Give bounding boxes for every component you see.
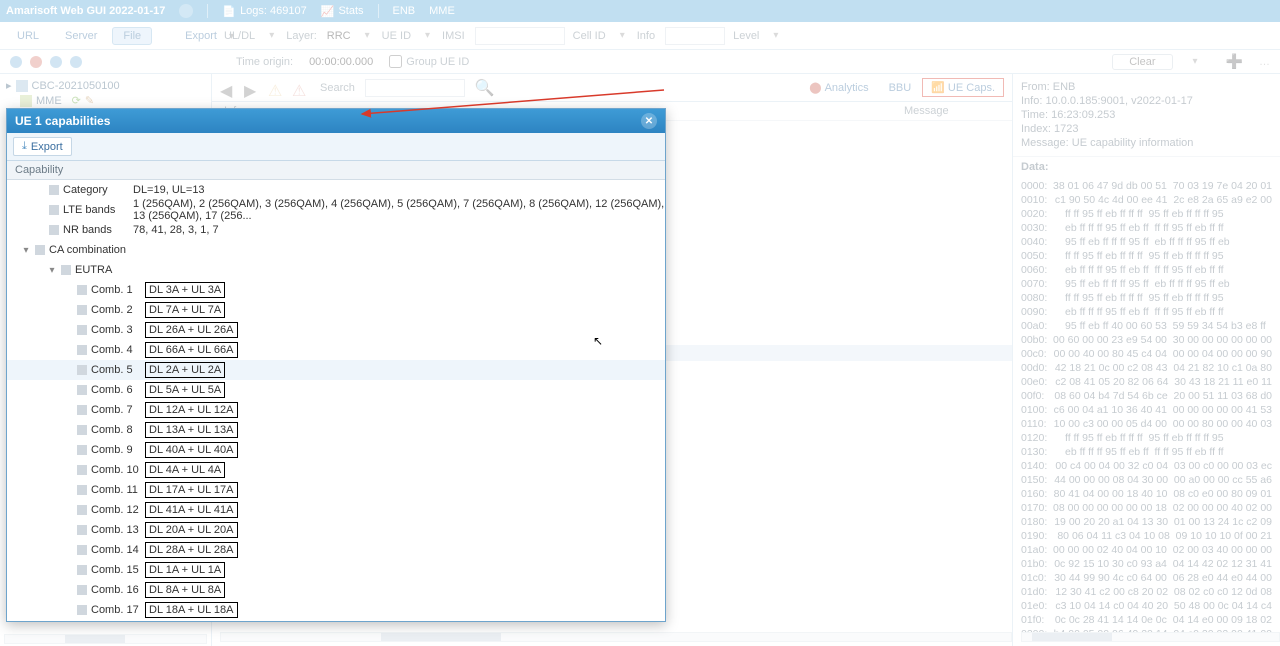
server-button[interactable]: Server bbox=[54, 27, 108, 45]
capability-tree[interactable]: CategoryDL=19, UL=13LTE bands1 (256QAM),… bbox=[7, 180, 665, 621]
combo-row[interactable]: Comb. 3DL 26A + UL 26A bbox=[7, 320, 665, 340]
combo-row[interactable]: Comb. 7DL 12A + UL 12A bbox=[7, 400, 665, 420]
data-label: Data: bbox=[1013, 157, 1280, 177]
layer-value: RRC bbox=[327, 30, 351, 42]
level-dropdown[interactable]: ▾ bbox=[769, 30, 782, 41]
combo-row[interactable]: Comb. 5DL 2A + UL 2A bbox=[7, 360, 665, 380]
combo-row[interactable]: Comb. 12DL 41A + UL 41A bbox=[7, 500, 665, 520]
combo-row[interactable]: Comb. 17DL 18A + UL 18A bbox=[7, 600, 665, 620]
combo-row[interactable]: Comb. 15DL 1A + UL 1A bbox=[7, 560, 665, 580]
reload-icon[interactable] bbox=[179, 4, 193, 18]
combo-row[interactable]: Comb. 6DL 5A + UL 5A bbox=[7, 380, 665, 400]
url-button[interactable]: URL bbox=[6, 27, 50, 45]
warning-icon[interactable]: ⚠ bbox=[268, 81, 282, 95]
info-label: Info bbox=[637, 30, 655, 42]
combo-row[interactable]: Comb. 8DL 13A + UL 13A bbox=[7, 420, 665, 440]
ueid-label: UE ID bbox=[382, 30, 411, 42]
tree-mme[interactable]: MME⟳✎ bbox=[6, 93, 205, 108]
file-button[interactable]: File bbox=[112, 27, 152, 45]
capability-row[interactable]: NR bands78, 41, 28, 3, 1, 7 bbox=[7, 220, 665, 240]
combo-row[interactable]: Comb. 11DL 17A + UL 17A bbox=[7, 480, 665, 500]
search-icon[interactable]: 🔍 bbox=[475, 78, 495, 98]
tool-icon[interactable] bbox=[10, 56, 22, 68]
combo-row[interactable]: Comb. 2DL 7A + UL 7A bbox=[7, 300, 665, 320]
group-ueid-check[interactable]: Group UE ID bbox=[389, 55, 469, 68]
time-origin-value: 00:00:00.000 bbox=[309, 56, 373, 68]
uecaps-tab[interactable]: 📶UE Caps. bbox=[922, 78, 1004, 97]
clear-dropdown[interactable]: ▾ bbox=[1189, 56, 1202, 67]
ca-combination-node[interactable]: ▾CA combination bbox=[7, 240, 665, 260]
uldl-dropdown[interactable]: ▾ bbox=[265, 30, 278, 41]
dialog-title-bar[interactable]: UE 1 capabilities ✕ bbox=[7, 109, 665, 133]
close-icon[interactable]: ✕ bbox=[641, 113, 657, 129]
source-toolbar: URL Server File Export▾ UL/DL▾ Layer: RR… bbox=[0, 22, 1280, 50]
info-box: From: ENB Info: 10.0.0.185:9001, v2022-0… bbox=[1013, 74, 1280, 157]
bbu-tab[interactable]: BBU bbox=[880, 78, 921, 97]
refresh-icon[interactable] bbox=[50, 56, 62, 68]
combo-row[interactable]: Comb. 9DL 40A + UL 40A bbox=[7, 440, 665, 460]
info-input[interactable] bbox=[665, 27, 725, 45]
hex-scrollbar[interactable] bbox=[1021, 632, 1280, 642]
cellid-dropdown[interactable]: ▾ bbox=[616, 30, 629, 41]
detail-panel: From: ENB Info: 10.0.0.185:9001, v2022-0… bbox=[1012, 74, 1280, 646]
combo-row[interactable]: Comb. 18DL 19A + UL 19A bbox=[7, 620, 665, 621]
search-input[interactable] bbox=[365, 79, 465, 97]
list-toolbar: ◀ ▶ ⚠ ⚠ Search 🔍 ⬤Analytics BBU 📶UE Caps… bbox=[212, 74, 1012, 102]
app-title: Amarisoft Web GUI 2022-01-17 bbox=[6, 5, 165, 17]
loop-icon[interactable] bbox=[70, 56, 82, 68]
search-label: Search bbox=[320, 82, 355, 94]
level-label: Level bbox=[733, 30, 759, 42]
list-scrollbar[interactable] bbox=[220, 632, 1012, 642]
uldl-label: UL/DL bbox=[224, 30, 255, 42]
time-origin-label: Time origin: bbox=[236, 56, 293, 68]
imsi-label: IMSI bbox=[442, 30, 465, 42]
ueid-dropdown[interactable]: ▾ bbox=[421, 30, 434, 41]
capability-column-header: Capability bbox=[7, 161, 665, 180]
capability-row[interactable]: CategoryDL=19, UL=13 bbox=[7, 180, 665, 200]
stop-icon[interactable] bbox=[30, 56, 42, 68]
clear-button[interactable]: Clear bbox=[1112, 54, 1172, 70]
combo-row[interactable]: Comb. 1DL 3A + UL 3A bbox=[7, 280, 665, 300]
tree-cbc[interactable]: ▸ CBC-2021050100 bbox=[6, 78, 205, 93]
stats-tab[interactable]: 📈Stats bbox=[321, 5, 364, 18]
time-toolbar: Time origin: 00:00:00.000 Group UE ID Cl… bbox=[0, 50, 1280, 74]
nav-back-icon[interactable]: ◀ bbox=[220, 81, 234, 95]
nav-fwd-icon[interactable]: ▶ bbox=[244, 81, 258, 95]
logs-tab[interactable]: 📄Logs: 469107 bbox=[222, 5, 306, 18]
analytics-tab[interactable]: ⬤Analytics bbox=[800, 78, 877, 97]
combo-row[interactable]: Comb. 16DL 8A + UL 8A bbox=[7, 580, 665, 600]
add-icon[interactable]: ➕ bbox=[1226, 53, 1243, 70]
cellid-label: Cell ID bbox=[573, 30, 606, 42]
sidebar-scrollbar[interactable] bbox=[4, 634, 207, 644]
hex-dump[interactable]: 0000:38 01 06 47 9d db 00 51 70 03 19 7e… bbox=[1013, 177, 1280, 632]
app-header: Amarisoft Web GUI 2022-01-17 📄Logs: 4691… bbox=[0, 0, 1280, 22]
error-icon[interactable]: ⚠ bbox=[292, 81, 306, 95]
layer-label: Layer: bbox=[286, 30, 317, 42]
ue-capabilities-dialog: UE 1 capabilities ✕ ⤓Export Capability C… bbox=[6, 108, 666, 622]
dialog-title: UE 1 capabilities bbox=[15, 114, 110, 128]
combo-row[interactable]: Comb. 14DL 28A + UL 28A bbox=[7, 540, 665, 560]
mme-tab[interactable]: MME bbox=[429, 5, 455, 17]
imsi-input[interactable] bbox=[475, 27, 565, 45]
capability-row[interactable]: LTE bands1 (256QAM), 2 (256QAM), 3 (256Q… bbox=[7, 200, 665, 220]
layer-dropdown[interactable]: ▾ bbox=[361, 30, 374, 41]
eutra-node[interactable]: ▾EUTRA bbox=[7, 260, 665, 280]
combo-row[interactable]: Comb. 13DL 20A + UL 20A bbox=[7, 520, 665, 540]
enb-tab[interactable]: ENB bbox=[393, 5, 416, 17]
combo-row[interactable]: Comb. 10DL 4A + UL 4A bbox=[7, 460, 665, 480]
combo-row[interactable]: Comb. 4DL 66A + UL 66A bbox=[7, 340, 665, 360]
dialog-export-button[interactable]: ⤓Export bbox=[13, 137, 72, 156]
